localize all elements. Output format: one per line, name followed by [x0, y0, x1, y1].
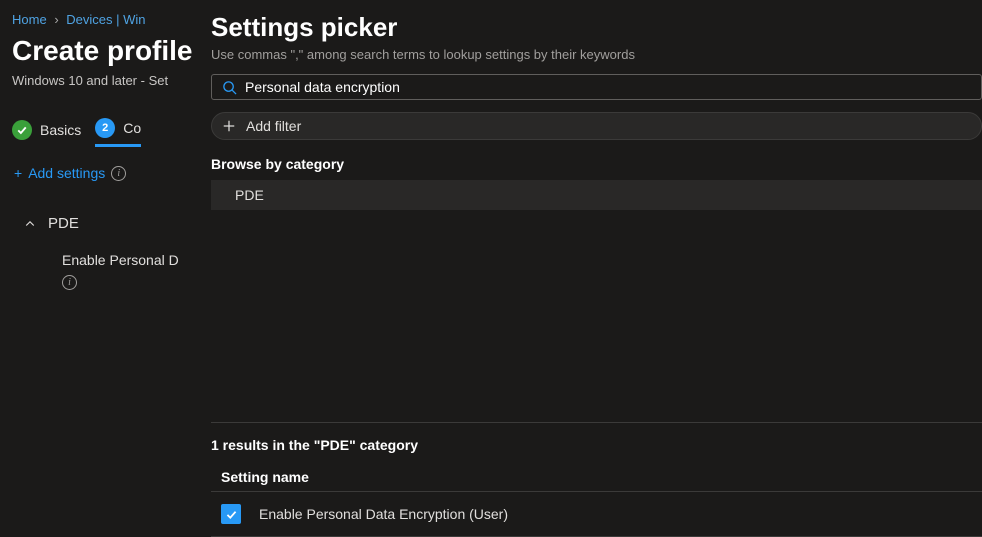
search-input[interactable] [245, 79, 971, 95]
column-header-setting-name[interactable]: Setting name [211, 463, 982, 492]
setting-name: Enable Personal Data Encryption (User) [259, 506, 508, 522]
info-icon[interactable]: i [111, 166, 126, 181]
check-icon [12, 120, 32, 140]
tab-basics-label: Basics [40, 122, 81, 138]
settings-picker-panel: Settings picker Use commas "," among sea… [195, 0, 982, 537]
tab-basics[interactable]: Basics [12, 120, 81, 146]
category-pde[interactable]: PDE [211, 180, 982, 210]
add-settings-label: Add settings [28, 165, 105, 181]
breadcrumb-devices[interactable]: Devices | Win [66, 12, 145, 27]
results-count: 1 results in the "PDE" category [211, 437, 982, 453]
tree-group-pde[interactable]: PDE [14, 205, 181, 242]
breadcrumb: Home › Devices | Win [0, 12, 195, 35]
page-title: Create profile [0, 35, 195, 73]
tab-configuration-label: Co [123, 120, 141, 136]
add-settings-link[interactable]: + Add settings i [0, 165, 195, 205]
add-filter-button[interactable]: Add filter [211, 112, 982, 140]
settings-tree: PDE Enable Personal D i [0, 205, 195, 290]
search-field-wrapper[interactable] [211, 74, 982, 100]
info-icon[interactable]: i [62, 275, 77, 290]
page-subtitle: Windows 10 and later - Set [0, 73, 195, 118]
results-section: 1 results in the "PDE" category Setting … [211, 422, 982, 537]
step-number-badge: 2 [95, 118, 115, 138]
setting-row[interactable]: Enable Personal Data Encryption (User) [211, 492, 982, 537]
picker-title: Settings picker [211, 12, 982, 43]
tree-group-label: PDE [48, 215, 79, 232]
left-panel: Home › Devices | Win Create profile Wind… [0, 0, 195, 537]
plus-text-icon: + [14, 165, 22, 181]
tree-item-info: i [14, 268, 181, 290]
search-icon [222, 80, 237, 95]
add-filter-label: Add filter [246, 118, 301, 134]
picker-subtitle: Use commas "," among search terms to loo… [211, 47, 982, 62]
tree-item-enable-pde[interactable]: Enable Personal D [14, 242, 181, 268]
browse-by-category-label: Browse by category [211, 156, 982, 172]
breadcrumb-home[interactable]: Home [12, 12, 47, 27]
tab-configuration[interactable]: 2 Co [95, 118, 141, 147]
check-icon [225, 508, 238, 521]
wizard-tabs: Basics 2 Co [0, 118, 195, 165]
chevron-right-icon: › [54, 12, 58, 27]
setting-checkbox[interactable] [221, 504, 241, 524]
plus-icon [222, 119, 236, 133]
chevron-up-icon [24, 218, 36, 230]
